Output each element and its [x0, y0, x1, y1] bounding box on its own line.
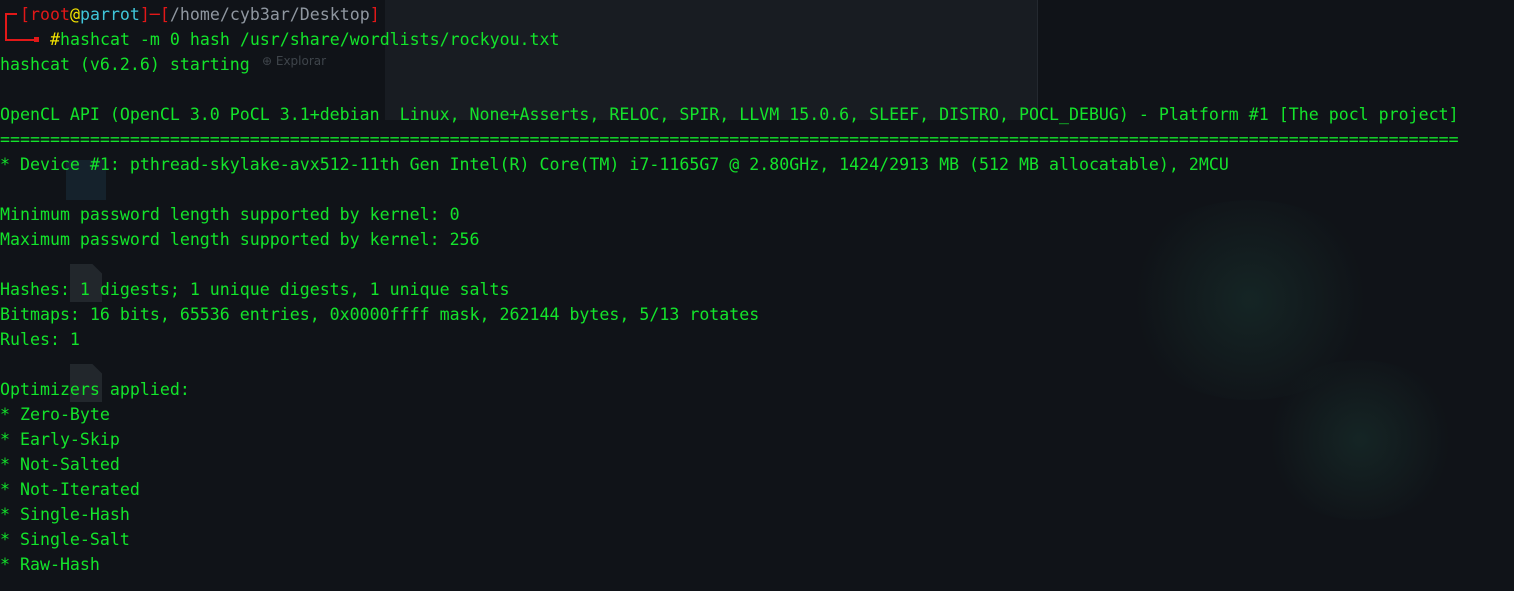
- prompt-user: root: [30, 5, 70, 24]
- output-divider: ========================================…: [0, 130, 1459, 149]
- prompt-host: parrot: [79, 5, 140, 24]
- output-line: * Device #1: pthread-skylake-avx512-11th…: [0, 155, 1229, 174]
- optimizer-item: * Not-Salted: [0, 455, 120, 474]
- prompt-at: @: [69, 5, 80, 24]
- prompt-separator: ─: [149, 5, 160, 24]
- prompt-symbol: #: [50, 30, 60, 49]
- output-line: Bitmaps: 16 bits, 65536 entries, 0x0000f…: [0, 305, 760, 324]
- prompt-bracket: [: [159, 5, 170, 24]
- prompt-bracket: ]: [369, 5, 380, 24]
- command-text[interactable]: hashcat -m 0 hash /usr/share/wordlists/r…: [60, 30, 560, 49]
- output-line: hashcat (v6.2.6) starting: [0, 55, 250, 74]
- output-line: Minimum password length supported by ker…: [0, 205, 460, 224]
- prompt-bracket: [: [20, 5, 30, 24]
- output-line: Rules: 1: [0, 330, 80, 349]
- optimizer-item: * Early-Skip: [0, 430, 120, 449]
- prompt-bracket: ]: [139, 5, 150, 24]
- output-line: OpenCL API (OpenCL 3.0 PoCL 3.1+debian L…: [0, 105, 1459, 124]
- command-line[interactable]: #hashcat -m 0 hash /usr/share/wordlists/…: [0, 27, 1514, 52]
- optimizer-item: * Single-Salt: [0, 530, 130, 549]
- terminal[interactable]: [root@parrot]─[/home/cyb3ar/Desktop] #ha…: [0, 2, 1514, 577]
- output-line: Hashes: 1 digests; 1 unique digests, 1 u…: [0, 280, 510, 299]
- optimizer-item: * Single-Hash: [0, 505, 130, 524]
- optimizer-item: * Raw-Hash: [0, 555, 100, 574]
- optimizer-item: * Zero-Byte: [0, 405, 110, 424]
- prompt-path: /home/cyb3ar/Desktop: [169, 5, 370, 24]
- output-line: Optimizers applied:: [0, 380, 190, 399]
- prompt-line: [root@parrot]─[/home/cyb3ar/Desktop]: [0, 2, 1514, 27]
- optimizer-item: * Not-Iterated: [0, 480, 140, 499]
- output-line: Maximum password length supported by ker…: [0, 230, 480, 249]
